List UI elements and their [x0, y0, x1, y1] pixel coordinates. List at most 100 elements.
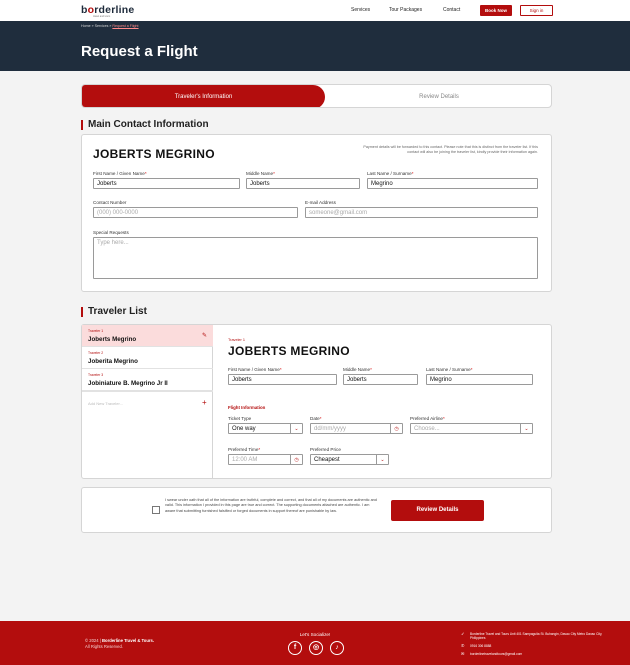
- preferred-time-label-text: Preferred Time: [228, 447, 259, 452]
- declaration-checkbox[interactable]: [152, 506, 160, 514]
- traveler-name: Joberita Megrino: [88, 358, 138, 365]
- page-title: Request a Flight: [81, 43, 198, 60]
- traveler-middle-name-label: Middle Name*: [343, 367, 372, 372]
- preferred-time-label: Preferred Time*: [228, 447, 260, 452]
- divider: [82, 391, 213, 392]
- traveler-name: Jobiniature B. Megrino Jr II: [88, 380, 168, 387]
- rights-text: All Rights Reserved.: [85, 643, 123, 649]
- top-navbar: borderline travel and tours Services Tou…: [0, 0, 630, 21]
- breadcrumb-current[interactable]: Request a Flight: [112, 24, 138, 28]
- add-traveler-input[interactable]: Add New Traveler...: [88, 401, 123, 406]
- traveler-tag: Traveler 3: [88, 373, 104, 377]
- required-mark: *: [144, 171, 147, 176]
- email-input[interactable]: someone@gmail.com: [305, 207, 538, 218]
- middle-name-label-text: Middle Name: [246, 171, 274, 176]
- chevron-down-icon: ⌄: [520, 424, 532, 434]
- traveler-item-2[interactable]: Traveler 2 Joberita Megrino: [82, 347, 213, 369]
- page: borderline travel and tours Services Tou…: [0, 0, 630, 665]
- contact-number-input[interactable]: (000) 000-0000: [93, 207, 298, 218]
- facebook-icon[interactable]: f: [288, 641, 302, 655]
- traveler-first-name-input[interactable]: Joberts: [228, 374, 337, 385]
- ticket-type-value: One way: [232, 426, 256, 432]
- special-requests-textarea[interactable]: Type here...: [93, 237, 538, 279]
- traveler-middle-name-label-text: Middle Name: [343, 367, 371, 372]
- declaration-text: I swear under oath that all of the infor…: [165, 498, 377, 513]
- special-requests-label: Special Requests: [93, 230, 129, 235]
- required-mark: *: [442, 416, 445, 421]
- clock-icon[interactable]: ◷: [290, 455, 302, 465]
- traveler-first-name-label-text: First Name / Given Name: [228, 367, 280, 372]
- required-mark: *: [279, 367, 282, 372]
- airline-select[interactable]: Choose... ⌄: [410, 423, 533, 434]
- book-now-button[interactable]: Book Now: [480, 5, 512, 16]
- preferred-time-placeholder: 12:00 AM: [232, 457, 258, 463]
- step-travelers-information[interactable]: Traveler's Information: [82, 85, 325, 107]
- edit-icon[interactable]: ✎: [202, 332, 207, 339]
- clock-icon[interactable]: ◷: [390, 424, 402, 434]
- date-input[interactable]: dd/mm/yyyy ◷: [310, 423, 403, 434]
- last-name-input[interactable]: Megrino: [367, 178, 538, 189]
- last-name-label: Last Name / Surname*: [367, 171, 413, 176]
- phone-icon: ✆: [461, 643, 465, 648]
- preferred-time-input[interactable]: 12:00 AM ◷: [228, 454, 303, 465]
- airline-label-text: Preferred Airline: [410, 416, 443, 421]
- traveler-item-1[interactable]: Traveler 1 Joberts Megrino ✎: [82, 325, 213, 347]
- hero-banner: Home » Services » Request a Flight Reque…: [0, 21, 630, 71]
- airline-label: Preferred Airline*: [410, 416, 445, 421]
- main-contact-name: JOBERTS MEGRINO: [93, 147, 215, 161]
- mail-icon: ✉: [461, 651, 465, 656]
- main-contact-note: Payment details will be forwarded to thi…: [363, 145, 538, 154]
- traveler-last-name-label: Last Name / Surname*: [426, 367, 472, 372]
- nav-link-services[interactable]: Services: [351, 7, 370, 13]
- date-label-text: Date: [310, 416, 320, 421]
- first-name-input[interactable]: Joberts: [93, 178, 240, 189]
- breadcrumb-services[interactable]: Services: [95, 24, 109, 28]
- ticket-type-label: Ticket Type: [228, 416, 252, 421]
- footer: © 2024 | Borderline Travel & Tours. All …: [0, 621, 630, 665]
- main-contact-heading: Main Contact Information: [81, 119, 209, 130]
- logo-subtitle: travel and tours: [93, 15, 111, 18]
- add-traveler-plus-icon[interactable]: +: [202, 398, 207, 407]
- instagram-icon[interactable]: ◎: [309, 641, 323, 655]
- preferred-price-label: Preferred Price: [310, 447, 341, 452]
- sign-in-button[interactable]: Sign in: [520, 5, 553, 16]
- step-review-details[interactable]: Review Details: [325, 85, 551, 107]
- middle-name-input[interactable]: Joberts: [246, 178, 360, 189]
- traveler-last-name-label-text: Last Name / Surname: [426, 367, 471, 372]
- ticket-type-select[interactable]: One way ⌄: [228, 423, 303, 434]
- traveler-first-name-label: First Name / Given Name*: [228, 367, 282, 372]
- date-placeholder: dd/mm/yyyy: [314, 426, 347, 432]
- traveler-list-sidebar: Traveler 1 Joberts Megrino ✎ Traveler 2 …: [81, 324, 213, 479]
- chevron-down-icon: ⌄: [290, 424, 302, 434]
- traveler-list-heading: Traveler List: [81, 306, 147, 317]
- copyright-prefix: © 2024 |: [85, 638, 101, 643]
- address-text: Borderline Travel and Tours Unit 401 Sam…: [470, 632, 603, 640]
- email-text[interactable]: borderlinetravelandtours@gmail.com: [470, 652, 610, 656]
- traveler-detail-tag: Traveler 1: [228, 338, 245, 342]
- traveler-item-3[interactable]: Traveler 3 Jobiniature B. Megrino Jr II: [82, 369, 213, 391]
- date-label: Date*: [310, 416, 322, 421]
- first-name-label-text: First Name / Given Name: [93, 171, 145, 176]
- chevron-down-icon: ⌄: [376, 455, 388, 465]
- traveler-middle-name-input[interactable]: Joberts: [343, 374, 418, 385]
- required-mark: *: [319, 416, 322, 421]
- tiktok-icon[interactable]: ♪: [330, 641, 344, 655]
- required-mark: *: [258, 447, 261, 452]
- nav-link-contact[interactable]: Contact: [443, 7, 460, 13]
- declaration-card: I swear under oath that all of the infor…: [81, 487, 552, 533]
- required-mark: *: [370, 367, 372, 372]
- preferred-price-select[interactable]: Cheapest ⌄: [310, 454, 389, 465]
- required-mark: *: [273, 171, 275, 176]
- breadcrumb: Home » Services » Request a Flight: [81, 24, 139, 28]
- nav-link-tour-packages[interactable]: Tour Packages: [389, 7, 422, 13]
- logo-b: b: [81, 4, 88, 16]
- company-name: Borderline Travel & Tours.: [102, 638, 155, 643]
- traveler-tag: Traveler 1: [88, 329, 104, 333]
- breadcrumb-home[interactable]: Home: [81, 24, 91, 28]
- copyright: © 2024 | Borderline Travel & Tours. All …: [85, 638, 154, 649]
- review-details-button[interactable]: Review Details: [391, 500, 484, 521]
- breadcrumb-separator: »: [91, 24, 94, 28]
- location-icon: ➶: [461, 631, 465, 636]
- contact-number-label: Contact Number: [93, 200, 127, 205]
- traveler-last-name-input[interactable]: Megrino: [426, 374, 533, 385]
